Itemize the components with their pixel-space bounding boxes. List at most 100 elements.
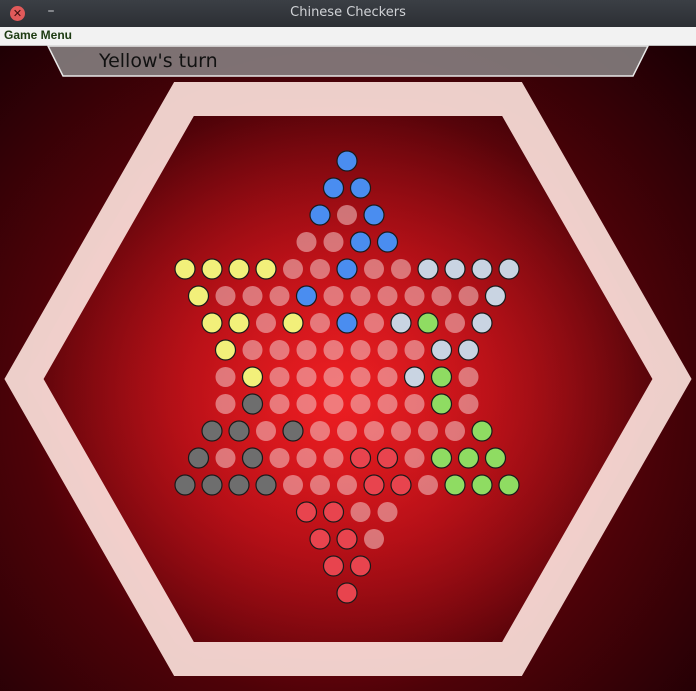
empty-hole[interactable] [377,394,398,414]
empty-hole[interactable] [337,475,357,495]
silver-marble[interactable] [471,312,493,334]
blue-marble[interactable] [295,285,318,307]
empty-hole[interactable] [364,313,384,333]
silver-marble[interactable] [457,339,480,361]
empty-hole[interactable] [404,448,425,468]
gray-marble[interactable] [241,447,264,469]
empty-hole[interactable] [377,502,398,522]
empty-hole[interactable] [391,421,411,441]
empty-hole[interactable] [269,340,290,360]
silver-marble[interactable] [498,258,520,280]
empty-hole[interactable] [242,340,263,360]
yellow-marble[interactable] [228,258,250,280]
empty-hole[interactable] [323,340,344,360]
red-marble[interactable] [376,447,399,469]
gray-marble[interactable] [187,447,210,469]
empty-hole[interactable] [364,421,384,441]
yellow-marble[interactable] [228,312,250,334]
red-marble[interactable] [390,474,412,496]
red-marble[interactable] [336,528,358,550]
empty-hole[interactable] [404,340,425,360]
empty-hole[interactable] [283,259,303,279]
blue-marble[interactable] [336,312,358,334]
empty-hole[interactable] [418,421,438,441]
empty-hole[interactable] [431,286,452,306]
red-marble[interactable] [309,528,331,550]
empty-hole[interactable] [256,421,276,441]
red-marble[interactable] [322,501,345,523]
empty-hole[interactable] [350,394,371,414]
gray-marble[interactable] [201,420,223,442]
blue-marble[interactable] [322,177,345,199]
empty-hole[interactable] [418,475,438,495]
green-marble[interactable] [484,447,507,469]
blue-marble[interactable] [363,204,385,226]
green-marble[interactable] [444,474,466,496]
empty-hole[interactable] [310,475,330,495]
empty-hole[interactable] [404,286,425,306]
empty-hole[interactable] [323,394,344,414]
empty-hole[interactable] [337,421,357,441]
red-marble[interactable] [295,501,318,523]
empty-hole[interactable] [350,340,371,360]
empty-hole[interactable] [404,394,425,414]
empty-hole[interactable] [269,367,290,387]
blue-marble[interactable] [349,177,372,199]
red-marble[interactable] [322,555,345,577]
empty-hole[interactable] [364,529,384,549]
empty-hole[interactable] [323,367,344,387]
empty-hole[interactable] [458,286,479,306]
gray-marble[interactable] [174,474,196,496]
empty-hole[interactable] [310,259,330,279]
empty-hole[interactable] [391,259,411,279]
gray-marble[interactable] [228,474,250,496]
red-marble[interactable] [363,474,385,496]
silver-marble[interactable] [471,258,493,280]
silver-marble[interactable] [403,366,426,388]
blue-marble[interactable] [349,231,372,253]
empty-hole[interactable] [323,232,344,252]
green-marble[interactable] [457,447,480,469]
silver-marble[interactable] [484,285,507,307]
empty-hole[interactable] [458,394,479,414]
gray-marble[interactable] [201,474,223,496]
empty-hole[interactable] [296,232,317,252]
empty-hole[interactable] [323,448,344,468]
green-marble[interactable] [471,474,493,496]
gray-marble[interactable] [228,420,250,442]
empty-hole[interactable] [310,313,330,333]
empty-hole[interactable] [296,448,317,468]
green-marble[interactable] [471,420,493,442]
empty-hole[interactable] [269,448,290,468]
empty-hole[interactable] [350,367,371,387]
empty-hole[interactable] [377,340,398,360]
green-marble[interactable] [430,366,453,388]
blue-marble[interactable] [336,150,358,172]
empty-hole[interactable] [337,205,357,225]
empty-hole[interactable] [445,313,465,333]
red-marble[interactable] [336,582,358,604]
blue-marble[interactable] [336,258,358,280]
empty-hole[interactable] [269,394,290,414]
empty-hole[interactable] [256,313,276,333]
gray-marble[interactable] [241,393,264,415]
empty-hole[interactable] [283,475,303,495]
empty-hole[interactable] [215,394,236,414]
empty-hole[interactable] [377,367,398,387]
red-marble[interactable] [349,447,372,469]
green-marble[interactable] [417,312,439,334]
empty-hole[interactable] [269,286,290,306]
green-marble[interactable] [498,474,520,496]
silver-marble[interactable] [390,312,412,334]
gray-marble[interactable] [282,420,304,442]
green-marble[interactable] [430,447,453,469]
empty-hole[interactable] [458,367,479,387]
red-marble[interactable] [349,555,372,577]
silver-marble[interactable] [430,339,453,361]
green-marble[interactable] [430,393,453,415]
empty-hole[interactable] [215,286,236,306]
yellow-marble[interactable] [187,285,210,307]
empty-hole[interactable] [323,286,344,306]
empty-hole[interactable] [310,421,330,441]
blue-marble[interactable] [309,204,331,226]
